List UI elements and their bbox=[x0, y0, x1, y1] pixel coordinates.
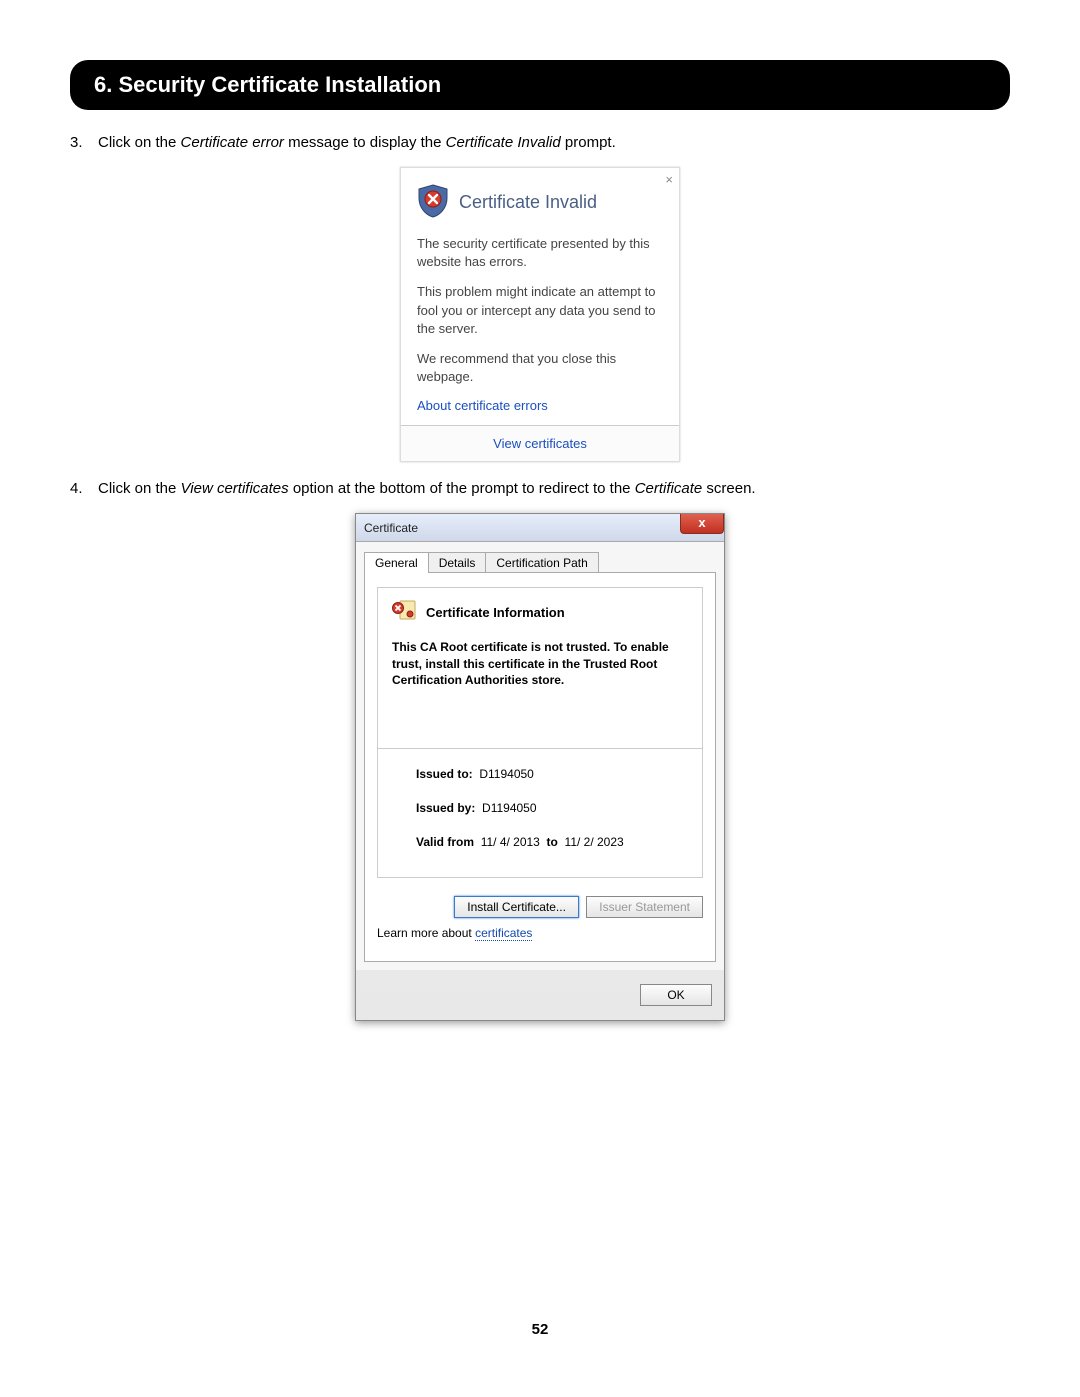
section-header: 6. Security Certificate Installation bbox=[70, 60, 1010, 110]
learn-more-line: Learn more about certificates bbox=[377, 926, 703, 940]
close-button[interactable]: x bbox=[680, 514, 724, 534]
about-cert-errors-link[interactable]: About certificate errors bbox=[401, 392, 679, 425]
valid-from-value: 11/ 4/ 2013 bbox=[481, 835, 540, 849]
step-text: option at the bottom of the prompt to re… bbox=[289, 480, 635, 497]
certificate-trust-message: This CA Root certificate is not trusted.… bbox=[392, 639, 688, 688]
tab-certification-path[interactable]: Certification Path bbox=[485, 552, 598, 573]
issued-by-value: D1194050 bbox=[482, 801, 537, 815]
issued-by-row: Issued by: D1194050 bbox=[416, 801, 688, 815]
certificate-invalid-popup: × Certificate Invalid The security certi… bbox=[400, 167, 680, 462]
shield-error-icon bbox=[417, 184, 459, 221]
popup-paragraph: This problem might indicate an attempt t… bbox=[401, 277, 679, 344]
certificate-badge-icon bbox=[392, 600, 426, 625]
view-certificates-link[interactable]: View certificates bbox=[401, 425, 679, 461]
step-em: View certificates bbox=[181, 480, 289, 497]
step-text: message to display the bbox=[284, 134, 446, 151]
step-number: 4. bbox=[70, 480, 83, 497]
instruction-step-4: 4. Click on the View certificates option… bbox=[70, 480, 1010, 497]
certificate-info-heading: Certificate Information bbox=[426, 605, 565, 620]
popup-paragraph: The security certificate presented by th… bbox=[401, 229, 679, 277]
dialog-titlebar: Certificate x bbox=[356, 514, 724, 542]
page-number: 52 bbox=[70, 1321, 1010, 1338]
step-text: Click on the bbox=[98, 134, 181, 151]
certificate-dialog: Certificate x General Details Certificat… bbox=[355, 513, 725, 1021]
issuer-statement-button[interactable]: Issuer Statement bbox=[586, 896, 703, 918]
valid-from-label: Valid from bbox=[416, 835, 474, 849]
dialog-title: Certificate bbox=[364, 521, 418, 535]
step-number: 3. bbox=[70, 134, 83, 151]
tab-panel-general: Certificate Information This CA Root cer… bbox=[364, 572, 716, 962]
learn-more-text: Learn more about bbox=[377, 926, 475, 940]
popup-paragraph: We recommend that you close this webpage… bbox=[401, 344, 679, 392]
tab-general[interactable]: General bbox=[364, 552, 429, 573]
issued-by-label: Issued by: bbox=[416, 801, 475, 815]
step-em: Certificate Invalid bbox=[446, 134, 561, 151]
issued-to-value: D1194050 bbox=[479, 767, 534, 781]
instruction-step-3: 3. Click on the Certificate error messag… bbox=[70, 134, 1010, 151]
ok-button[interactable]: OK bbox=[640, 984, 712, 1006]
tab-details[interactable]: Details bbox=[428, 552, 487, 573]
step-text: screen. bbox=[702, 480, 755, 497]
step-text: Click on the bbox=[98, 480, 181, 497]
valid-to-value: 11/ 2/ 2023 bbox=[565, 835, 624, 849]
install-certificate-button[interactable]: Install Certificate... bbox=[454, 896, 579, 918]
close-icon[interactable]: × bbox=[665, 172, 673, 187]
popup-title: Certificate Invalid bbox=[459, 192, 597, 213]
valid-from-row: Valid from 11/ 4/ 2013 to 11/ 2/ 2023 bbox=[416, 835, 688, 849]
certificates-link[interactable]: certificates bbox=[475, 926, 532, 941]
valid-to-label: to bbox=[547, 835, 558, 849]
issued-to-row: Issued to: D1194050 bbox=[416, 767, 688, 781]
tab-strip: General Details Certification Path bbox=[364, 552, 716, 573]
step-em: Certificate error bbox=[181, 134, 284, 151]
issued-to-label: Issued to: bbox=[416, 767, 473, 781]
step-em: Certificate bbox=[635, 480, 703, 497]
step-text: prompt. bbox=[561, 134, 616, 151]
